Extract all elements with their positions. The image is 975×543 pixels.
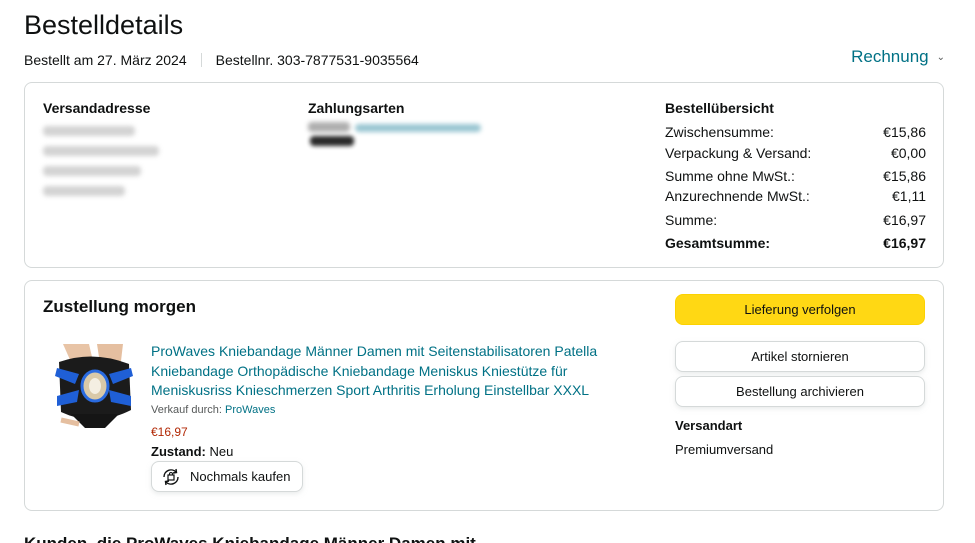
summary-value: €0,00 <box>890 145 926 161</box>
track-package-button[interactable]: Lieferung verfolgen <box>675 294 925 325</box>
grand-total-label: Gesamtsumme: <box>665 235 771 251</box>
archive-order-button[interactable]: Bestellung archivieren <box>675 376 925 407</box>
invoice-dropdown[interactable]: Rechnung ⌄ <box>851 47 945 67</box>
page-title: Bestelldetails <box>24 10 184 40</box>
summary-value: €16,97 <box>883 212 926 228</box>
summary-row: Verpackung & Versand: €0,00 <box>665 145 926 161</box>
product-condition: Zustand: Neu <box>151 444 233 459</box>
summary-label: Verpackung & Versand: <box>665 145 812 161</box>
summary-label: Summe: <box>665 212 718 228</box>
grand-total-row: Gesamtsumme: €16,97 <box>665 235 926 251</box>
redacted-card-logo <box>308 122 350 132</box>
payment-methods-title: Zahlungsarten <box>308 100 405 116</box>
product-image[interactable] <box>49 340 137 432</box>
summary-value: €1,11 <box>892 188 926 204</box>
redacted-address-line <box>43 146 159 156</box>
summary-value: €15,86 <box>883 124 926 140</box>
delivery-card: Zustellung morgen ProWaves Kniebandage M… <box>24 280 944 511</box>
buy-again-button[interactable]: Nochmals kaufen <box>151 461 304 492</box>
meta-divider <box>200 53 202 67</box>
order-date: Bestellt am 27. März 2024 <box>24 52 187 68</box>
order-summary-card: Versandadresse Zahlungsarten Bestellüber… <box>24 82 944 268</box>
buy-again-icon <box>160 466 182 488</box>
redacted-address-line <box>43 126 135 136</box>
condition-value: Neu <box>209 444 234 459</box>
seller-info: Verkauf durch: ProWaves <box>151 404 275 416</box>
chevron-down-icon[interactable]: ⌄ <box>937 52 945 63</box>
summary-row: Zwischensumme: €15,86 <box>665 124 926 140</box>
order-meta: Bestellt am 27. März 2024 Bestellnr. 303… <box>24 52 419 68</box>
summary-row: Summe ohne MwSt.: €15,86 <box>665 168 926 184</box>
summary-value: €15,86 <box>883 168 926 184</box>
redacted-address-line <box>43 186 125 196</box>
order-overview-title: Bestellübersicht <box>665 100 774 116</box>
redacted-payment-link[interactable] <box>355 124 481 132</box>
summary-label: Anzurechnende MwSt.: <box>665 188 810 204</box>
shipping-method-value: Premiumversand <box>675 442 774 457</box>
summary-row: Anzurechnende MwSt.: €1,11 <box>665 188 926 204</box>
recommendations-heading: Kunden, die ProWaves Kniebandage Männer … <box>24 534 476 543</box>
seller-link[interactable]: ProWaves <box>225 404 275 416</box>
delivery-status-title: Zustellung morgen <box>43 297 196 316</box>
condition-label: Zustand: <box>151 444 206 459</box>
shipping-method-label: Versandart <box>675 418 743 433</box>
grand-total-value: €16,97 <box>883 235 926 251</box>
buy-again-label[interactable]: Nochmals kaufen <box>190 469 290 484</box>
knee-brace-image[interactable] <box>49 340 137 432</box>
redacted-address-line <box>43 166 141 176</box>
redacted-card-logo-dark <box>310 136 354 146</box>
summary-row: Summe: €16,97 <box>665 212 926 228</box>
order-number: Bestellnr. 303-7877531-9035564 <box>215 52 419 68</box>
product-title-link[interactable]: ProWaves Kniebandage Männer Damen mit Se… <box>151 342 621 401</box>
shipping-address-title: Versandadresse <box>43 100 151 116</box>
product-price: €16,97 <box>151 425 188 439</box>
cancel-items-button[interactable]: Artikel stornieren <box>675 341 925 372</box>
summary-label: Zwischensumme: <box>665 124 774 140</box>
summary-label: Summe ohne MwSt.: <box>665 168 795 184</box>
invoice-label[interactable]: Rechnung <box>851 47 929 67</box>
seller-prefix: Verkauf durch: <box>151 404 222 416</box>
